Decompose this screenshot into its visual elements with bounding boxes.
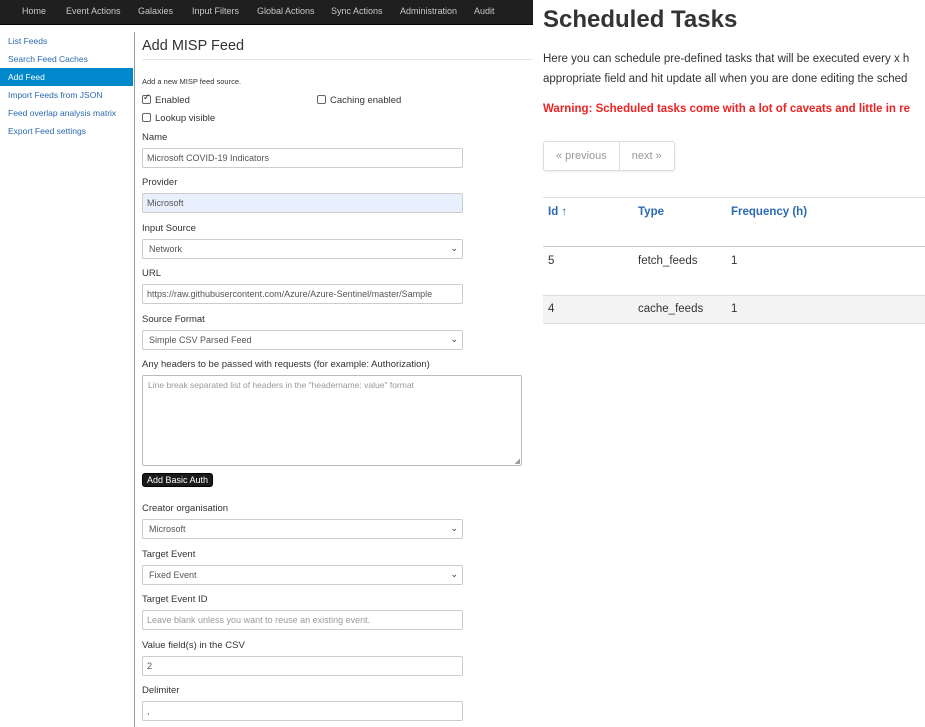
input-source-label: Input Source xyxy=(142,223,196,234)
source-format-value: Simple CSV Parsed Feed xyxy=(149,335,252,345)
sidebar-item-add-feed[interactable]: Add Feed xyxy=(0,68,133,86)
creator-org-label: Creator organisation xyxy=(142,503,229,514)
sidebar-item-import-feeds-json[interactable]: Import Feeds from JSON xyxy=(0,86,133,104)
source-format-label: Source Format xyxy=(142,314,205,325)
target-event-select[interactable]: Fixed Event ⌄ xyxy=(142,565,463,585)
caching-label: Caching enabled xyxy=(330,95,402,106)
enabled-label: Enabled xyxy=(155,95,190,106)
resize-grip-icon[interactable]: ◢ xyxy=(515,457,520,465)
cell-id: 5 xyxy=(548,255,555,267)
chevron-down-icon: ⌄ xyxy=(450,524,458,534)
target-event-id-label: Target Event ID xyxy=(142,594,208,605)
cell-frequency[interactable]: 1 xyxy=(731,255,737,267)
sidebar-item-feed-overlap-matrix[interactable]: Feed overlap analysis matrix xyxy=(0,104,133,122)
column-header-frequency[interactable]: Frequency (h) xyxy=(731,206,807,218)
nav-input-filters[interactable]: Input Filters xyxy=(192,6,239,16)
feed-sidebar: List Feeds Search Feed Caches Add Feed I… xyxy=(0,32,133,140)
table-row: 5 fetch_feeds 1 xyxy=(543,247,925,296)
headers-placeholder: Line break separated list of headers in … xyxy=(148,380,414,390)
cell-type: cache_feeds xyxy=(638,303,704,315)
enabled-checkbox-row[interactable]: Enabled xyxy=(142,93,190,106)
next-page-button[interactable]: next » xyxy=(618,142,674,170)
cell-frequency[interactable]: 1 xyxy=(731,303,737,315)
lookup-label: Lookup visible xyxy=(155,113,216,124)
target-event-label: Target Event xyxy=(142,549,196,560)
nav-administration[interactable]: Administration xyxy=(400,6,457,16)
chevron-down-icon: ⌄ xyxy=(450,335,458,345)
url-input[interactable]: https://raw.githubusercontent.com/Azure/… xyxy=(142,284,463,304)
cell-id: 4 xyxy=(548,303,555,315)
source-format-select[interactable]: Simple CSV Parsed Feed ⌄ xyxy=(142,330,463,350)
table-header: Id ↑ Type Frequency (h) xyxy=(543,197,925,247)
headers-label: Any headers to be passed with requests (… xyxy=(142,359,430,370)
enabled-checkbox[interactable] xyxy=(142,93,151,104)
target-event-value: Fixed Event xyxy=(149,570,197,580)
top-navbar: Home Event Actions Galaxies Input Filter… xyxy=(0,0,533,25)
input-source-select[interactable]: Network ⌄ xyxy=(142,239,463,259)
caching-checkbox-row[interactable]: Caching enabled xyxy=(317,95,401,106)
url-label: URL xyxy=(142,268,162,279)
creator-org-select[interactable]: Microsoft ⌄ xyxy=(142,519,463,539)
previous-page-button[interactable]: « previous xyxy=(544,142,619,170)
delimiter-label: Delimiter xyxy=(142,685,180,696)
nav-audit[interactable]: Audit xyxy=(474,6,495,16)
warning-text: Warning: Scheduled tasks come with a lot… xyxy=(543,103,911,115)
value-fields-input[interactable]: 2 xyxy=(142,656,463,676)
provider-label: Provider xyxy=(142,177,178,188)
description-line-1: Here you can schedule pre-defined tasks … xyxy=(543,53,910,65)
name-input[interactable]: Microsoft COVID-19 Indicators xyxy=(142,148,463,168)
nav-sync-actions[interactable]: Sync Actions xyxy=(331,6,383,16)
lookup-checkbox-row[interactable]: Lookup visible xyxy=(142,113,215,124)
value-fields-label: Value field(s) in the CSV xyxy=(142,640,245,651)
sidebar-item-search-feed-caches[interactable]: Search Feed Caches xyxy=(0,50,133,68)
lookup-visible-checkbox[interactable] xyxy=(142,113,151,122)
target-event-id-input[interactable]: Leave blank unless you want to reuse an … xyxy=(142,610,463,630)
nav-event-actions[interactable]: Event Actions xyxy=(66,6,121,16)
scheduled-tasks-panel: Scheduled Tasks Here you can schedule pr… xyxy=(533,0,925,727)
nav-global-actions[interactable]: Global Actions xyxy=(257,6,315,16)
chevron-down-icon: ⌄ xyxy=(450,244,458,254)
delimiter-input[interactable]: , xyxy=(142,701,463,721)
add-basic-auth-button[interactable]: Add Basic Auth xyxy=(142,473,214,487)
name-label: Name xyxy=(142,132,168,143)
table-row: 4 cache_feeds 1 xyxy=(543,296,925,324)
input-source-value: Network xyxy=(149,244,183,254)
misp-add-feed-panel: Home Event Actions Galaxies Input Filter… xyxy=(0,0,533,727)
column-header-type[interactable]: Type xyxy=(638,206,664,218)
nav-home[interactable]: Home xyxy=(22,6,46,16)
creator-org-value: Microsoft xyxy=(149,524,186,534)
chevron-down-icon: ⌄ xyxy=(450,570,458,580)
nav-galaxies[interactable]: Galaxies xyxy=(138,6,173,16)
pagination: « previous next » xyxy=(543,141,675,171)
caching-checkbox[interactable] xyxy=(317,95,326,104)
provider-input[interactable]: Microsoft xyxy=(142,193,463,213)
cell-type: fetch_feeds xyxy=(638,255,698,267)
description-line-2: appropriate field and hit update all whe… xyxy=(543,73,908,85)
sidebar-item-list-feeds[interactable]: List Feeds xyxy=(0,32,133,50)
title-divider xyxy=(142,59,532,60)
sidebar-item-export-feed-settings[interactable]: Export Feed settings xyxy=(0,122,133,140)
form-title: Add MISP Feed xyxy=(142,38,245,54)
sidebar-divider xyxy=(134,32,135,727)
column-header-id[interactable]: Id ↑ xyxy=(548,206,567,218)
form-subtitle: Add a new MISP feed source. xyxy=(142,77,242,86)
page-title: Scheduled Tasks xyxy=(543,6,738,33)
headers-textarea[interactable]: Line break separated list of headers in … xyxy=(142,375,522,466)
